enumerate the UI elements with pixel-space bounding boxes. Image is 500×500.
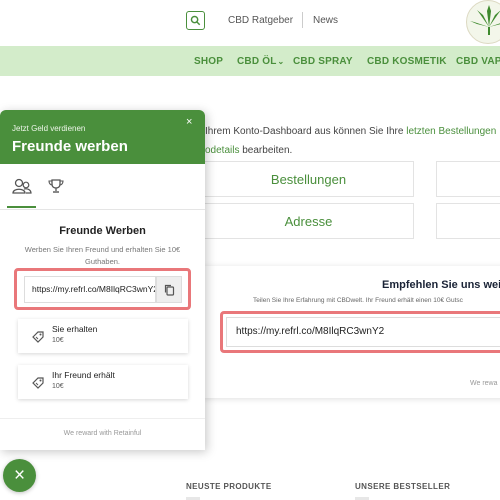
dashboard-intro: Ihrem Konto-Dashboard aus können Sie Ihr…	[205, 122, 496, 160]
reward-friend-receives: Ihr Freund erhält 10€	[18, 365, 188, 399]
nav-item-cbd-oel[interactable]: CBD ÖL⌄	[237, 56, 284, 67]
panel-tabs	[0, 164, 205, 210]
account-tile[interactable]	[436, 203, 500, 239]
reward-you-receive: Sie erhalten 10€	[18, 319, 188, 353]
cannabis-leaf-logo	[470, 5, 500, 35]
panel-footer: We reward with Retainful	[63, 430, 142, 437]
section-description: Werben Sie Ihren Freund und erhalten Sie…	[24, 245, 181, 266]
section-title: Freunde Werben	[59, 225, 146, 237]
close-icon: ×	[13, 464, 26, 486]
orders-tile[interactable]: Bestellungen	[203, 161, 414, 197]
trophy-icon	[48, 179, 64, 193]
top-link-ratgeber[interactable]: CBD Ratgeber	[228, 15, 293, 26]
tab-rewards[interactable]	[46, 176, 66, 198]
copy-link-button[interactable]	[156, 276, 182, 303]
copy-icon	[164, 284, 174, 296]
referral-title: Empfehlen Sie uns weiter -	[382, 279, 500, 291]
tag-icon	[32, 331, 44, 343]
intro-text-end: bearbeiten.	[239, 145, 293, 156]
panel-title: Freunde werben	[12, 138, 128, 155]
tab-friends[interactable]	[12, 176, 32, 198]
nav-item-shop[interactable]: SHOP	[194, 56, 223, 67]
active-tab-indicator	[7, 206, 36, 208]
downloads-tile[interactable]	[436, 161, 500, 197]
referral-subtitle: Teilen Sie Ihre Erfahrung mit CBDwelt. I…	[253, 297, 463, 304]
referral-footer: We rewa	[470, 380, 498, 387]
close-icon[interactable]: ×	[186, 116, 192, 128]
search-icon	[190, 15, 201, 26]
footer-bestsellers: UNSERE BESTSELLER	[355, 482, 451, 491]
tag-icon	[32, 377, 44, 389]
panel-kicker: Jetzt Geld verdienen	[12, 124, 86, 133]
reward-value: 10€	[52, 337, 64, 344]
nav-item-cbd-kosmetik[interactable]: CBD KOSMETIK	[367, 56, 447, 67]
site-logo[interactable]	[466, 0, 500, 44]
footer-newest-products: NEUSTE PRODUKTE	[186, 482, 272, 491]
friends-icon	[12, 178, 32, 194]
search-button[interactable]	[186, 11, 205, 30]
reward-value: 10€	[52, 383, 64, 390]
nav-item-label: CBD ÖL	[237, 56, 277, 67]
close-panel-button[interactable]: ×	[3, 459, 36, 492]
panel-referral-link-field[interactable]: https://my.refrl.co/M8IlqRC3wnY2	[24, 276, 156, 303]
top-separator	[302, 12, 303, 28]
nav-item-cbd-vap[interactable]: CBD VAP	[456, 56, 500, 67]
account-details-link[interactable]: odetails	[205, 145, 239, 156]
reward-label: Sie erhalten	[52, 324, 98, 334]
reward-label: Ihr Freund erhält	[52, 370, 115, 380]
panel-header: Jetzt Geld verdienen Freunde werben ×	[0, 110, 205, 164]
recent-orders-link[interactable]: letzten Bestellungen	[406, 126, 496, 137]
referral-link-field[interactable]: https://my.refrl.co/M8IlqRC3wnY2	[226, 317, 500, 347]
top-link-news[interactable]: News	[313, 15, 338, 26]
intro-text: Ihrem Konto-Dashboard aus können Sie Ihr…	[205, 126, 407, 137]
panel-footer-divider	[0, 418, 205, 419]
referral-panel: Jetzt Geld verdienen Freunde werben × Fr…	[0, 110, 205, 450]
top-bar: CBD Ratgeber News	[0, 0, 500, 45]
nav-item-cbd-spray[interactable]: CBD SPRAY	[293, 56, 353, 67]
address-tile[interactable]: Adresse	[203, 203, 414, 239]
main-nav: SHOP CBD ÖL⌄ CBD SPRAY CBD KOSMETIK CBD …	[0, 46, 500, 76]
chevron-down-icon: ⌄	[277, 57, 285, 66]
